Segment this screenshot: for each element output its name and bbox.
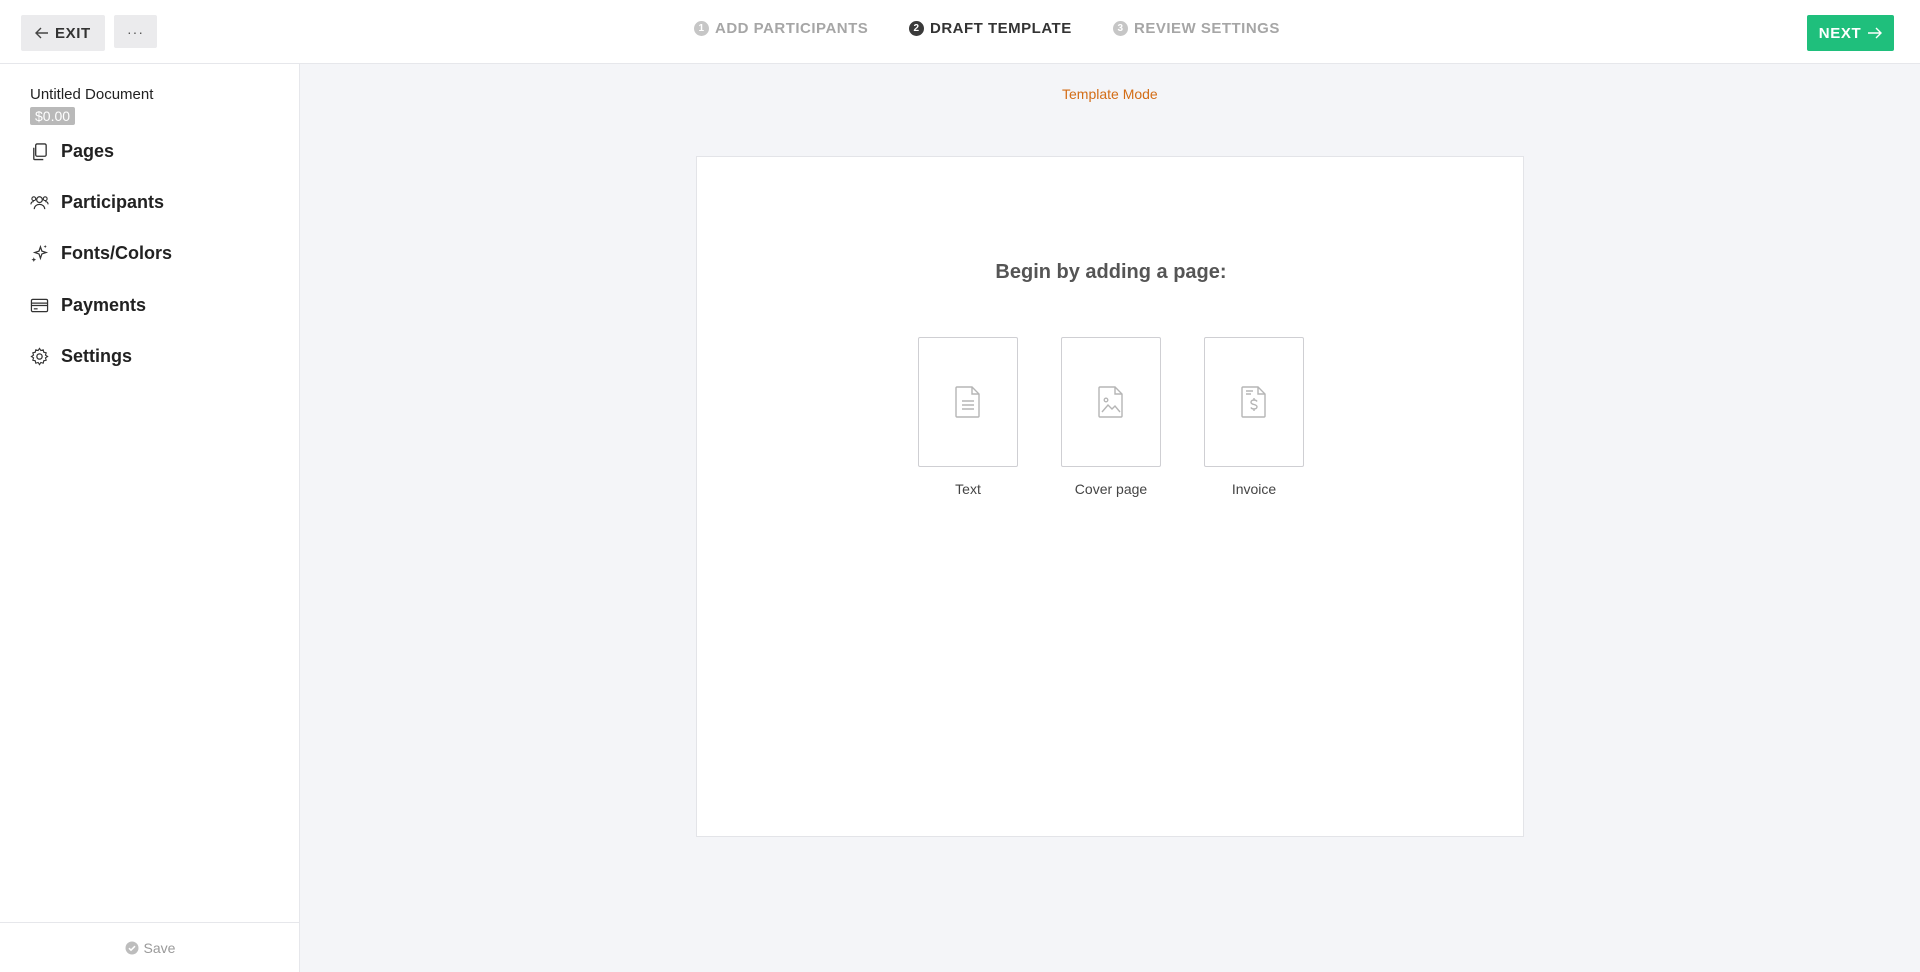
step-draft-template[interactable]: 2 DRAFT TEMPLATE	[909, 20, 1072, 37]
step-label: ADD PARTICIPANTS	[715, 20, 869, 37]
more-label: ···	[127, 23, 144, 40]
tile-box	[1204, 337, 1304, 467]
step-number: 3	[1113, 21, 1128, 36]
more-options-button[interactable]: ···	[114, 15, 157, 48]
sidebar-item-label: Settings	[61, 346, 133, 366]
sidebar-item-label: Participants	[61, 192, 165, 212]
sidebar: Untitled Document $0.00 Pages Participan…	[0, 64, 300, 972]
tile-label: Cover page	[1074, 481, 1148, 497]
gear-icon	[30, 347, 49, 366]
text-document-icon	[955, 386, 980, 418]
tile-box	[918, 337, 1018, 467]
document-title[interactable]: Untitled Document	[30, 86, 153, 103]
canvas-heading: Begin by adding a page:	[995, 261, 1227, 283]
sidebar-item-payments[interactable]: Payments	[30, 295, 146, 316]
save-button[interactable]: Save	[0, 922, 300, 972]
add-invoice-page-tile[interactable]: Invoice	[1204, 337, 1304, 497]
step-review-settings[interactable]: 3 REVIEW SETTINGS	[1113, 20, 1280, 37]
save-label: Save	[143, 939, 176, 956]
add-text-page-tile[interactable]: Text	[918, 337, 1018, 497]
exit-button[interactable]: EXIT	[21, 15, 105, 51]
tile-label: Text	[955, 481, 981, 497]
sidebar-item-label: Fonts/Colors	[61, 243, 172, 263]
arrow-left-icon	[35, 27, 48, 39]
sidebar-item-settings[interactable]: Settings	[30, 346, 132, 367]
tile-box	[1061, 337, 1161, 467]
sidebar-item-label: Pages	[61, 141, 115, 161]
sidebar-item-label: Payments	[61, 295, 147, 315]
top-bar: EXIT ··· 1 ADD PARTICIPANTS 2 DRAFT TEMP…	[0, 0, 1920, 64]
sidebar-item-fonts-colors[interactable]: Fonts/Colors	[30, 243, 172, 264]
step-label: REVIEW SETTINGS	[1134, 20, 1280, 37]
pages-icon	[33, 143, 47, 161]
add-cover-page-tile[interactable]: Cover page	[1061, 337, 1161, 497]
tile-label: Invoice	[1231, 481, 1277, 497]
exit-label: EXIT	[55, 24, 91, 42]
document-price-badge: $0.00	[30, 107, 76, 125]
step-label: DRAFT TEMPLATE	[930, 20, 1072, 37]
arrow-right-icon	[1868, 27, 1883, 39]
participants-icon	[30, 196, 49, 210]
template-mode-label: Template Mode	[1062, 86, 1158, 102]
sparkle-icon	[31, 244, 49, 263]
credit-card-icon	[30, 298, 49, 313]
step-number: 2	[909, 21, 924, 36]
page-canvas: Begin by adding a page: Text Cover page …	[696, 156, 1524, 837]
sidebar-item-participants[interactable]: Participants	[30, 192, 164, 213]
sidebar-item-pages[interactable]: Pages	[30, 141, 114, 162]
next-label: NEXT	[1818, 24, 1862, 42]
check-circle-icon	[125, 941, 139, 954]
image-document-icon	[1098, 386, 1123, 418]
next-button[interactable]: NEXT	[1807, 15, 1894, 51]
step-add-participants[interactable]: 1 ADD PARTICIPANTS	[694, 20, 868, 37]
step-number: 1	[694, 21, 709, 36]
invoice-document-icon	[1241, 386, 1266, 418]
